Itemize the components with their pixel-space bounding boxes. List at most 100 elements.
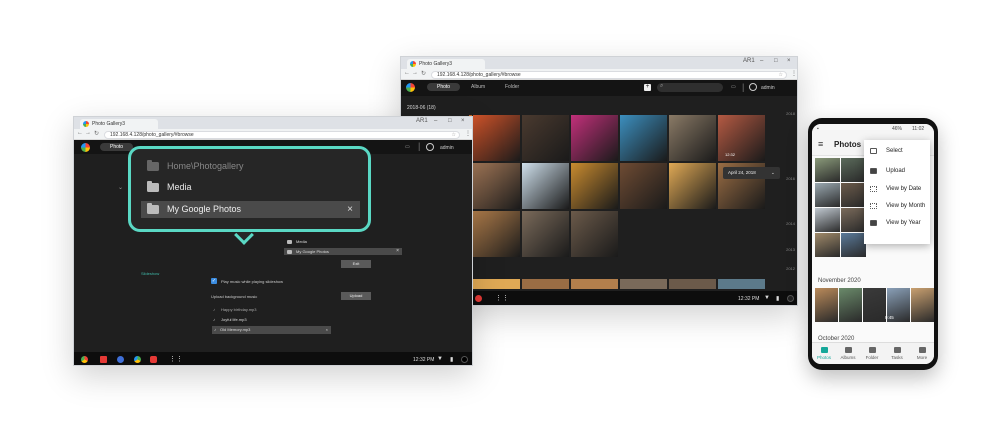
reload-icon[interactable]: ↻ bbox=[94, 130, 99, 137]
photo-thumbnail[interactable] bbox=[815, 208, 840, 232]
photo-thumbnail[interactable] bbox=[473, 279, 520, 289]
photo-thumbnail[interactable] bbox=[473, 163, 520, 209]
tab-album[interactable]: Album bbox=[471, 84, 485, 90]
forward-icon[interactable]: → bbox=[412, 70, 418, 76]
remove-icon[interactable]: × bbox=[396, 248, 399, 255]
upload-button[interactable]: Upload bbox=[341, 292, 371, 300]
minimize-icon[interactable]: – bbox=[434, 118, 437, 124]
nav-folder[interactable]: Folder bbox=[860, 345, 884, 360]
folder-path-row[interactable]: Home\Photogallery bbox=[141, 158, 360, 175]
photo-thumbnail[interactable] bbox=[620, 163, 667, 209]
user-avatar-icon[interactable] bbox=[749, 83, 757, 91]
song-item-selected[interactable]: ♪ Old Memory.mp3 × bbox=[212, 326, 331, 334]
forward-icon[interactable]: → bbox=[85, 130, 91, 136]
bookmark-star-icon[interactable]: ☆ bbox=[452, 132, 456, 138]
photo-thumbnail[interactable] bbox=[669, 163, 716, 209]
photo-thumbnail[interactable] bbox=[863, 288, 886, 322]
browser-menu-icon[interactable]: ⋮ bbox=[791, 70, 797, 77]
folder-row-google-photos[interactable]: My Google Photos × bbox=[141, 201, 360, 218]
drive-icon[interactable] bbox=[134, 356, 141, 363]
nav-photos[interactable]: Photos bbox=[812, 345, 836, 360]
photo-thumbnail[interactable] bbox=[815, 233, 840, 257]
folder-row-media[interactable]: Media bbox=[141, 179, 360, 196]
add-icon[interactable]: + bbox=[644, 84, 651, 91]
photo-thumbnail[interactable] bbox=[473, 211, 520, 257]
timeline-year[interactable]: 2013 bbox=[786, 247, 795, 252]
photo-thumbnail[interactable] bbox=[718, 279, 765, 289]
menu-item-upload[interactable]: Upload bbox=[868, 164, 928, 178]
close-icon[interactable]: × bbox=[787, 58, 791, 64]
photo-thumbnail[interactable] bbox=[522, 163, 569, 209]
browser-tab[interactable]: Photo Gallery3 bbox=[80, 119, 158, 129]
exit-button[interactable]: Exit bbox=[341, 260, 371, 268]
menu-item-view-by-year[interactable]: View by Year bbox=[868, 216, 928, 230]
remove-icon[interactable]: × bbox=[326, 326, 328, 334]
photo-thumbnail[interactable] bbox=[841, 183, 866, 207]
timeline-year[interactable]: 2016 bbox=[786, 176, 795, 181]
maximize-icon[interactable]: □ bbox=[774, 58, 778, 64]
youtube-icon[interactable] bbox=[150, 356, 157, 363]
photo-thumbnail[interactable] bbox=[522, 115, 569, 161]
gmail-icon[interactable] bbox=[100, 356, 107, 363]
photo-thumbnail[interactable] bbox=[841, 233, 866, 257]
photo-thumbnail[interactable] bbox=[571, 211, 618, 257]
nav-albums[interactable]: Albums bbox=[836, 345, 860, 360]
timeline-year[interactable]: 2012 bbox=[786, 266, 795, 271]
song-item[interactable]: ♪ Happy birthday.mp3 bbox=[213, 307, 257, 312]
menu-item-view-by-date[interactable]: View by Date bbox=[868, 182, 928, 196]
launcher-grid-icon[interactable]: ⋮⋮ bbox=[495, 294, 509, 302]
photo-thumbnail[interactable] bbox=[620, 115, 667, 161]
photo-thumbnail[interactable] bbox=[522, 211, 569, 257]
cast-icon[interactable]: ▭ bbox=[405, 144, 410, 150]
hamburger-menu-icon[interactable]: ≡ bbox=[818, 139, 823, 149]
nav-more[interactable]: More bbox=[910, 345, 934, 360]
photo-thumbnail[interactable] bbox=[571, 279, 618, 289]
song-item[interactable]: ♪ Joyful life.mp3 bbox=[213, 317, 247, 322]
nav-tasks[interactable]: Tasks bbox=[885, 345, 909, 360]
docs-icon[interactable] bbox=[117, 356, 124, 363]
browser-tab[interactable]: Photo Gallery3 bbox=[407, 59, 485, 69]
tab-folder[interactable]: Folder bbox=[505, 84, 519, 90]
status-tray-icon[interactable] bbox=[461, 356, 468, 363]
photo-thumbnail[interactable] bbox=[841, 208, 866, 232]
tab-photo[interactable]: Photo bbox=[100, 143, 134, 151]
address-bar[interactable]: 192.168.4.128/photo_gallery/#browse ☆ bbox=[104, 130, 460, 139]
menu-item-view-by-month[interactable]: View by Month bbox=[868, 199, 928, 213]
photo-thumbnail[interactable] bbox=[839, 288, 862, 322]
folder-row-google-photos[interactable]: My Google Photos × bbox=[284, 248, 402, 255]
photo-thumbnail[interactable] bbox=[669, 115, 716, 161]
cast-icon[interactable]: ▭ bbox=[731, 84, 736, 90]
photo-thumbnail[interactable] bbox=[571, 163, 618, 209]
account-name[interactable]: admin bbox=[440, 145, 454, 151]
bookmark-star-icon[interactable]: ☆ bbox=[779, 72, 783, 78]
photo-thumbnail[interactable] bbox=[571, 115, 618, 161]
back-icon[interactable]: ← bbox=[77, 130, 83, 136]
youtube-icon[interactable] bbox=[475, 295, 482, 302]
photo-thumbnail[interactable] bbox=[669, 279, 716, 289]
status-tray-icon[interactable] bbox=[787, 295, 794, 302]
play-music-checkbox[interactable]: ✓ bbox=[211, 278, 217, 284]
photo-thumbnail[interactable] bbox=[911, 288, 934, 322]
photo-thumbnail[interactable] bbox=[815, 183, 840, 207]
back-icon[interactable]: ← bbox=[404, 70, 410, 76]
reload-icon[interactable]: ↻ bbox=[421, 70, 426, 77]
photo-thumbnail[interactable] bbox=[473, 115, 520, 161]
photo-thumbnail[interactable] bbox=[841, 158, 866, 182]
folder-row-media[interactable]: Media bbox=[284, 238, 402, 245]
menu-item-select[interactable]: Select bbox=[868, 144, 928, 158]
timeline-year[interactable]: 2018 bbox=[786, 111, 795, 116]
chevron-down-icon[interactable]: ⌄ bbox=[118, 184, 123, 191]
browser-menu-icon[interactable]: ⋮ bbox=[465, 130, 471, 137]
remove-icon[interactable]: × bbox=[347, 201, 353, 218]
chrome-icon[interactable] bbox=[81, 356, 88, 363]
slideshow-link[interactable]: Slideshow bbox=[141, 271, 159, 276]
chevron-down-icon[interactable]: ⌄ bbox=[771, 170, 775, 175]
launcher-grid-icon[interactable]: ⋮⋮ bbox=[169, 355, 183, 363]
account-name[interactable]: admin bbox=[761, 85, 775, 91]
photo-thumbnail[interactable] bbox=[815, 158, 840, 182]
photo-thumbnail[interactable] bbox=[522, 279, 569, 289]
tab-photo[interactable]: Photo bbox=[427, 83, 461, 91]
photo-thumbnail[interactable] bbox=[815, 288, 838, 322]
photo-thumbnail[interactable] bbox=[620, 279, 667, 289]
search-input[interactable]: ⌕ bbox=[657, 83, 723, 92]
